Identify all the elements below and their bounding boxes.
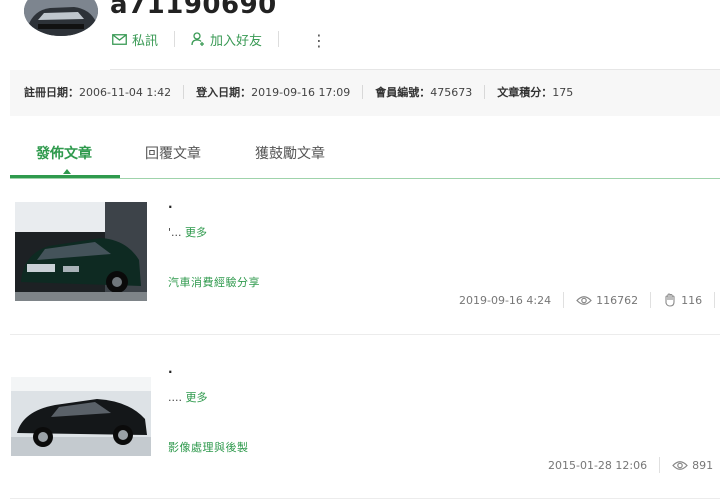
profile-info-row: 註冊日期：2006-11-04 1:42 登入日期：2019-09-16 17:…	[24, 84, 573, 100]
more-link[interactable]: 更多	[182, 226, 207, 239]
post-category[interactable]: 汽車消費經驗分享	[168, 274, 260, 290]
post-title[interactable]: .	[168, 362, 173, 376]
tab-encouraged[interactable]: 獲鼓勵文章	[255, 143, 325, 163]
add-friend-button[interactable]: 加入好友	[191, 30, 262, 49]
member-number: 會員編號：475673	[375, 84, 472, 100]
register-date-label: 註冊日期：	[24, 86, 79, 99]
meta-separator	[714, 292, 716, 308]
action-separator	[174, 31, 176, 47]
info-separator	[484, 85, 486, 99]
tab-replies[interactable]: 回覆文章	[145, 143, 201, 163]
article-score-value: 175	[552, 86, 574, 99]
meta-separator	[563, 292, 565, 308]
post-date: 2015-01-28 12:06	[548, 458, 648, 472]
post-meta: 2019-09-16 4:24 116762 116	[459, 292, 716, 308]
active-tab-underline	[10, 175, 120, 178]
post-excerpt-text: '...	[168, 226, 182, 239]
tab-bar: 發佈文章 回覆文章 獲鼓勵文章	[10, 136, 720, 179]
like-count-value: 116	[681, 293, 703, 307]
meta-separator	[659, 457, 661, 473]
view-count-value: 116762	[596, 293, 639, 307]
clap-icon	[665, 293, 675, 307]
add-user-icon	[191, 32, 205, 46]
post-date: 2019-09-16 4:24	[459, 293, 552, 307]
message-label: 私訊	[132, 33, 159, 49]
meta-separator	[650, 292, 652, 308]
info-separator	[362, 85, 364, 99]
post-meta: 2015-01-28 12:06 891	[548, 457, 713, 473]
view-count: 116762	[576, 294, 638, 307]
tab-published[interactable]: 發佈文章	[36, 143, 92, 163]
message-button[interactable]: 私訊	[112, 30, 158, 49]
add-friend-label: 加入好友	[210, 33, 263, 49]
member-number-value: 475673	[430, 86, 473, 99]
login-date-value: 2019-09-16 17:09	[251, 86, 351, 99]
eye-icon	[576, 295, 592, 305]
post-thumbnail[interactable]	[11, 377, 151, 456]
avatar[interactable]	[24, 0, 98, 36]
post-divider	[10, 334, 720, 335]
post-thumbnail[interactable]	[15, 202, 147, 301]
post-excerpt: '... 更多	[168, 224, 207, 240]
register-date-value: 2006-11-04 1:42	[79, 86, 172, 99]
login-date-label: 登入日期：	[196, 86, 252, 99]
member-number-label: 會員編號：	[375, 86, 431, 99]
article-score-label: 文章積分：	[497, 86, 553, 99]
envelope-icon	[112, 33, 127, 45]
login-date: 登入日期：2019-09-16 17:09	[196, 84, 350, 100]
info-separator	[183, 85, 185, 99]
post-excerpt: .... 更多	[168, 389, 208, 405]
post-divider	[10, 498, 720, 499]
profile-actions: 私訊 加入好友 ⋮	[112, 29, 327, 49]
post-category[interactable]: 影像處理與後製	[168, 439, 249, 455]
register-date: 註冊日期：2006-11-04 1:42	[24, 84, 171, 100]
username: a71190690	[110, 0, 277, 20]
active-tab-caret	[63, 169, 71, 174]
eye-icon	[672, 460, 688, 470]
post-title[interactable]: .	[168, 197, 173, 211]
like-count[interactable]: 116	[663, 293, 702, 307]
view-count-value: 891	[692, 458, 714, 472]
view-count: 891	[672, 459, 713, 472]
post-excerpt-text: ....	[168, 391, 182, 404]
more-link[interactable]: 更多	[182, 391, 207, 404]
article-score: 文章積分：175	[497, 84, 573, 100]
more-icon[interactable]: ⋮	[311, 29, 327, 49]
action-separator	[278, 31, 280, 47]
